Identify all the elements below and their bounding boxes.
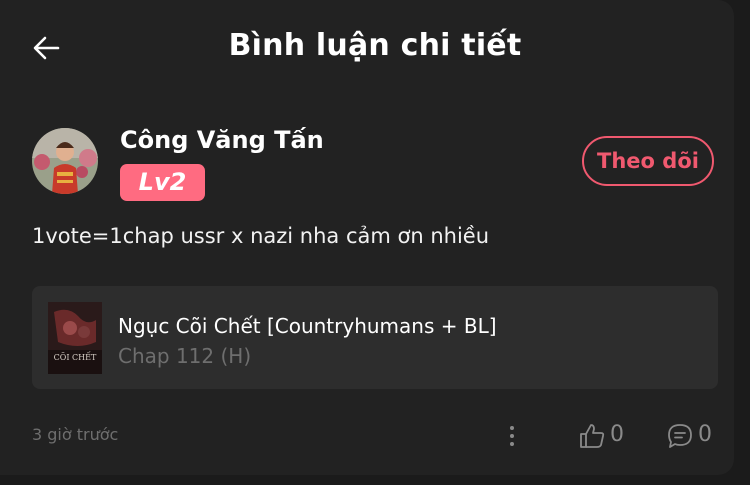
- comment-text: 1vote=1chap ussr x nazi nha cảm ơn nhiều: [32, 224, 490, 248]
- manga-card[interactable]: CÕI CHẾT Ngục Cõi Chết [Countryhumans + …: [32, 286, 718, 389]
- comment-detail-sheet: Bình luận chi tiết Công Văng Tấn Lv2 The…: [0, 0, 734, 475]
- manga-cover-text: CÕI CHẾT: [54, 352, 97, 362]
- like-count: 0: [610, 422, 624, 447]
- page-title: Bình luận chi tiết: [228, 28, 522, 63]
- level-badge: Lv2: [120, 164, 205, 201]
- manga-cover: CÕI CHẾT: [48, 302, 102, 374]
- more-vertical-icon: [510, 426, 514, 446]
- username[interactable]: Công Văng Tấn: [120, 126, 324, 154]
- manga-cover-image: CÕI CHẾT: [48, 302, 102, 374]
- reply-count: 0: [698, 422, 712, 447]
- header: Bình luận chi tiết: [0, 18, 734, 78]
- comment-icon: [668, 424, 692, 448]
- follow-button[interactable]: Theo dõi: [582, 136, 714, 186]
- manga-chapter: Chap 112 (H): [118, 344, 252, 368]
- avatar-image: [32, 128, 98, 194]
- thumbs-up-icon: [580, 424, 605, 448]
- comment-time: 3 giờ trước: [32, 425, 119, 444]
- avatar[interactable]: [32, 128, 98, 194]
- more-options-button[interactable]: [500, 422, 524, 450]
- manga-title: Ngục Cõi Chết [Countryhumans + BL]: [118, 314, 497, 338]
